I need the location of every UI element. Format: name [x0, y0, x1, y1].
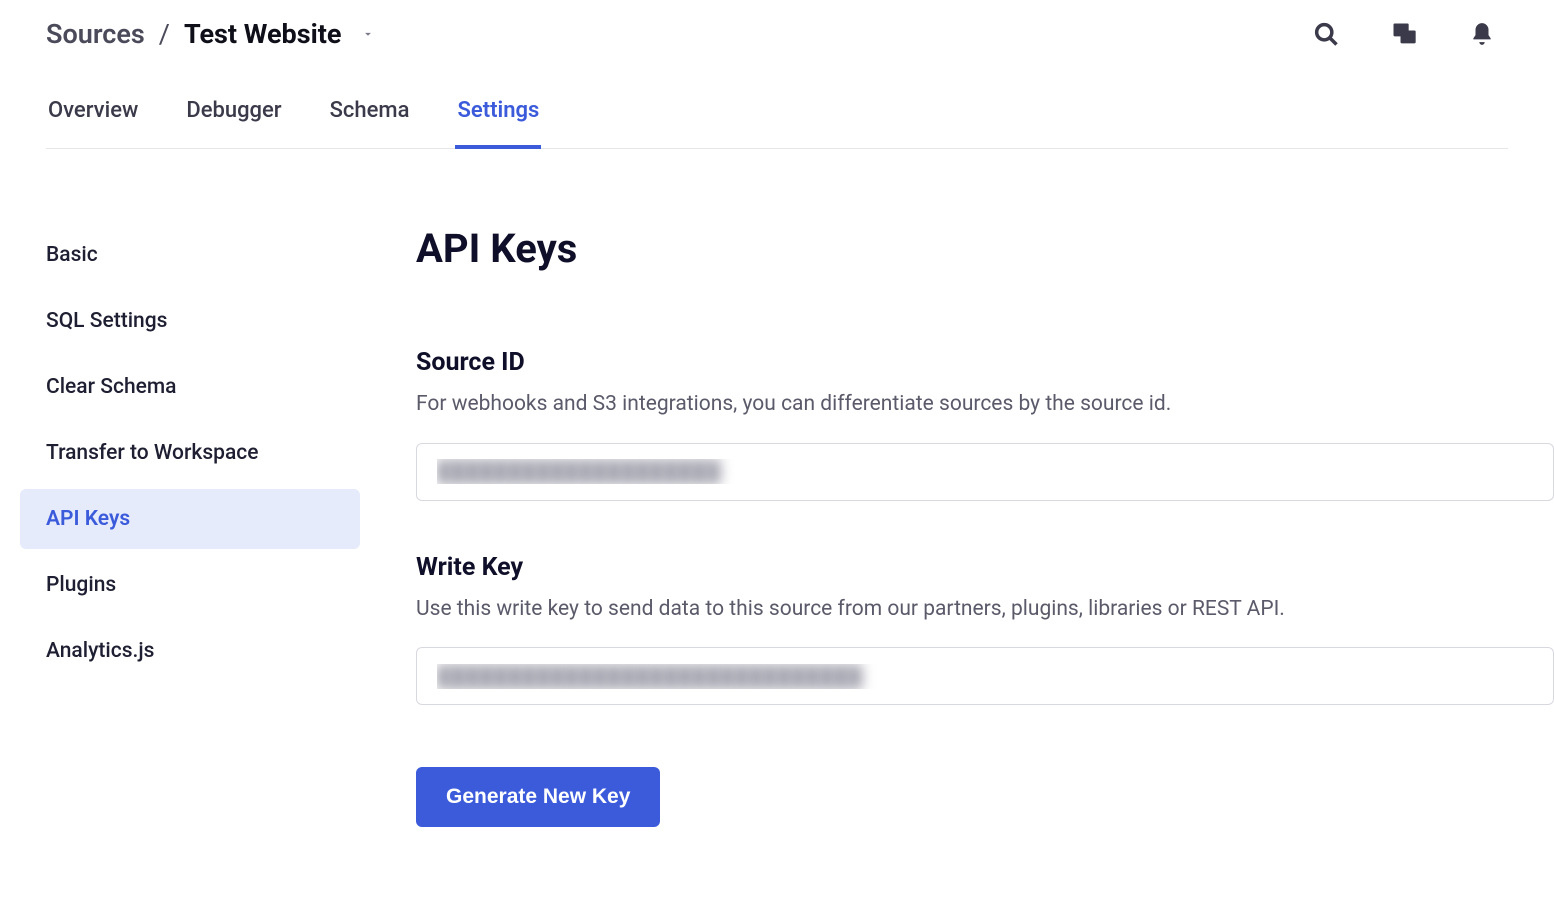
sidebar-item-label: SQL Settings	[46, 309, 167, 333]
source-id-input[interactable]	[416, 443, 1554, 501]
sidebar-item-label: Basic	[46, 243, 98, 267]
sidebar-item-basic[interactable]: Basic	[20, 225, 360, 285]
settings-sidebar: Basic SQL Settings Clear Schema Transfer…	[0, 225, 360, 827]
sidebar-item-sql-settings[interactable]: SQL Settings	[20, 291, 360, 351]
breadcrumb-current[interactable]: Test Website	[184, 18, 342, 50]
sidebar-item-label: Transfer to Workspace	[46, 441, 258, 465]
tab-debugger[interactable]: Debugger	[184, 98, 283, 149]
generate-new-key-button[interactable]: Generate New Key	[416, 767, 660, 827]
breadcrumb-parent[interactable]: Sources	[46, 18, 145, 50]
breadcrumb: Sources / Test Website	[46, 18, 375, 50]
header-actions	[1312, 20, 1508, 48]
source-id-heading: Source ID	[416, 348, 1554, 377]
main-content: API Keys Source ID For webhooks and S3 i…	[360, 225, 1554, 827]
write-key-section: Write Key Use this write key to send dat…	[416, 553, 1554, 706]
write-key-description: Use this write key to send data to this …	[416, 594, 1554, 626]
breadcrumb-separator: /	[159, 18, 170, 50]
sidebar-item-label: Analytics.js	[46, 639, 154, 663]
tabs: Overview Debugger Schema Settings	[46, 98, 1508, 149]
write-key-input[interactable]	[416, 647, 1554, 705]
write-key-heading: Write Key	[416, 553, 1554, 582]
search-icon[interactable]	[1312, 20, 1340, 48]
sidebar-item-transfer-workspace[interactable]: Transfer to Workspace	[20, 423, 360, 483]
sidebar-item-api-keys[interactable]: API Keys	[20, 489, 360, 549]
sidebar-item-label: Clear Schema	[46, 375, 176, 399]
sidebar-item-plugins[interactable]: Plugins	[20, 555, 360, 615]
tab-overview[interactable]: Overview	[46, 98, 140, 149]
sidebar-item-analytics-js[interactable]: Analytics.js	[20, 621, 360, 681]
tab-settings[interactable]: Settings	[455, 98, 541, 149]
sidebar-item-label: Plugins	[46, 573, 116, 597]
source-id-section: Source ID For webhooks and S3 integratio…	[416, 348, 1554, 501]
bell-icon[interactable]	[1468, 20, 1496, 48]
chat-icon[interactable]	[1390, 20, 1418, 48]
source-id-description: For webhooks and S3 integrations, you ca…	[416, 389, 1554, 421]
tab-schema[interactable]: Schema	[328, 98, 412, 149]
chevron-down-icon[interactable]	[361, 27, 375, 41]
sidebar-item-clear-schema[interactable]: Clear Schema	[20, 357, 360, 417]
sidebar-item-label: API Keys	[46, 507, 130, 531]
page-title: API Keys	[416, 225, 1554, 272]
